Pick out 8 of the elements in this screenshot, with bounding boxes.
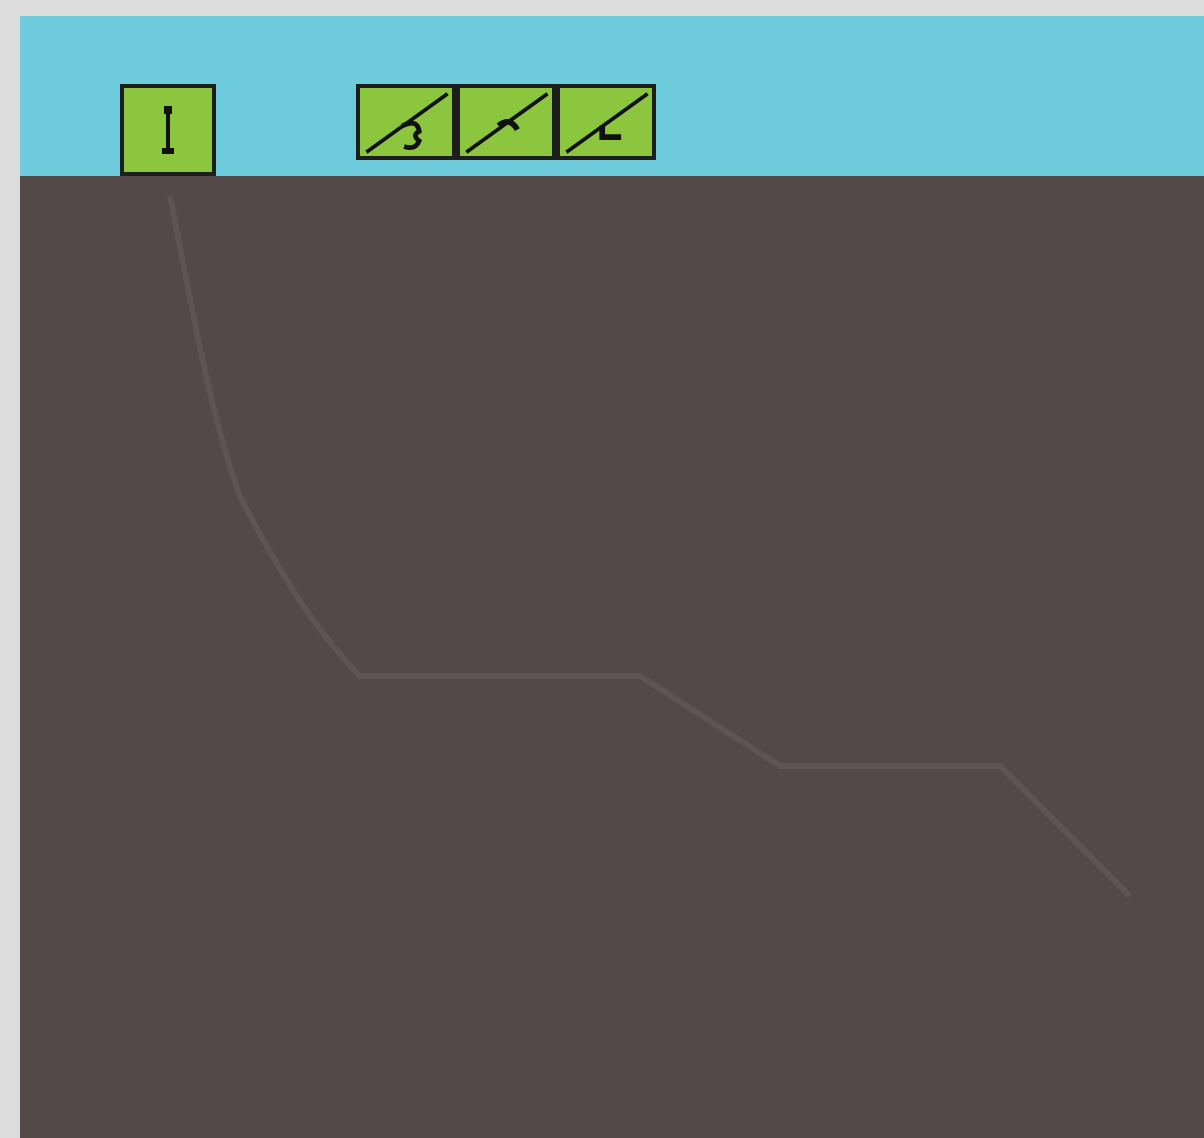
slope-icon [560,88,652,156]
tool-button[interactable] [556,84,656,160]
slope-icon [460,88,552,156]
slope-icon [360,88,452,156]
post-icon [158,102,178,158]
tool-button[interactable] [456,84,556,160]
tool-button[interactable] [120,84,216,176]
tool-button[interactable] [356,84,456,160]
